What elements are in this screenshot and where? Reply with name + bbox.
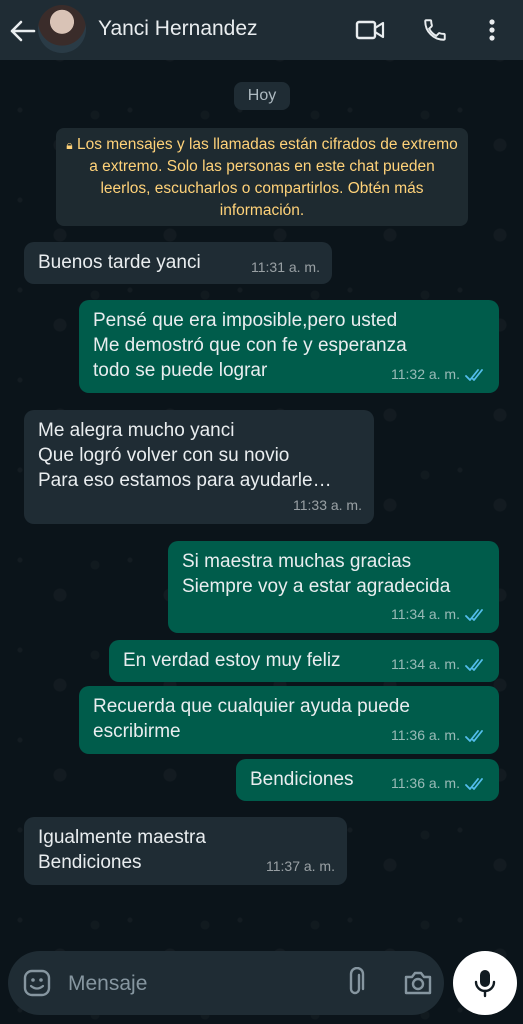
chat-header: Yanci Hernandez	[0, 0, 523, 60]
date-chip: Hoy	[234, 82, 290, 110]
message-bubble-incoming[interactable]: Buenos tarde yanci 11:31 a. m.	[24, 242, 332, 284]
message-time: 11:32 a. m.	[390, 366, 460, 382]
avatar[interactable]	[38, 5, 86, 53]
read-ticks-icon	[465, 777, 483, 790]
encryption-notice-text: Los mensajes y las llamadas están cifrad…	[76, 136, 458, 219]
message-time: 11:37 a. m.	[265, 858, 335, 874]
message-bubble-incoming[interactable]: Igualmente maestra Bendiciones 11:37 a. …	[24, 817, 347, 885]
video-call-icon[interactable]	[354, 14, 386, 46]
message-bubble-incoming[interactable]: Me alegra mucho yanci Que logró volver c…	[24, 410, 374, 524]
message-time: 11:34 a. m.	[390, 606, 460, 622]
phone-icon[interactable]	[419, 14, 451, 46]
read-ticks-icon	[465, 608, 483, 621]
read-ticks-icon	[465, 658, 483, 671]
message-time: 11:36 a. m.	[390, 727, 460, 743]
message-bubble-outgoing[interactable]: Bendiciones 11:36 a. m.	[236, 759, 499, 801]
read-ticks-icon	[465, 729, 483, 742]
message-time: 11:31 a. m.	[250, 259, 320, 275]
message-text: Me alegra mucho yanci Que logró volver c…	[38, 420, 332, 491]
message-composer	[8, 951, 444, 1015]
attach-icon[interactable]	[340, 966, 370, 999]
message-bubble-outgoing[interactable]: Recuerda que cualquier ayuda puede escri…	[79, 686, 499, 754]
message-text: Si maestra muchas gracias Siempre voy a …	[182, 551, 451, 597]
mic-button[interactable]	[453, 951, 517, 1015]
message-time: 11:36 a. m.	[390, 775, 460, 791]
message-time: 11:33 a. m.	[292, 497, 362, 513]
read-ticks-icon	[465, 368, 483, 381]
message-time: 11:34 a. m.	[390, 656, 460, 672]
camera-icon[interactable]	[402, 968, 434, 998]
message-bubble-outgoing[interactable]: Pensé que era imposible,pero usted Me de…	[79, 300, 499, 393]
back-arrow-icon[interactable]	[8, 16, 38, 46]
encryption-notice[interactable]: 🔒︎ Los mensajes y las llamadas están cif…	[56, 128, 468, 226]
message-bubble-outgoing[interactable]: Si maestra muchas gracias Siempre voy a …	[168, 541, 499, 633]
emoji-icon[interactable]	[22, 968, 52, 998]
chat-screen: Yanci Hernandez Hoy 🔒︎ Los mensajes y la…	[0, 0, 523, 1024]
more-vert-icon[interactable]	[476, 14, 508, 46]
contact-name[interactable]: Yanci Hernandez	[98, 17, 258, 41]
lock-icon: 🔒︎	[66, 138, 73, 152]
message-input[interactable]	[66, 969, 270, 999]
mic-icon	[474, 970, 496, 998]
message-bubble-outgoing[interactable]: En verdad estoy muy feliz 11:34 a. m.	[109, 640, 499, 682]
